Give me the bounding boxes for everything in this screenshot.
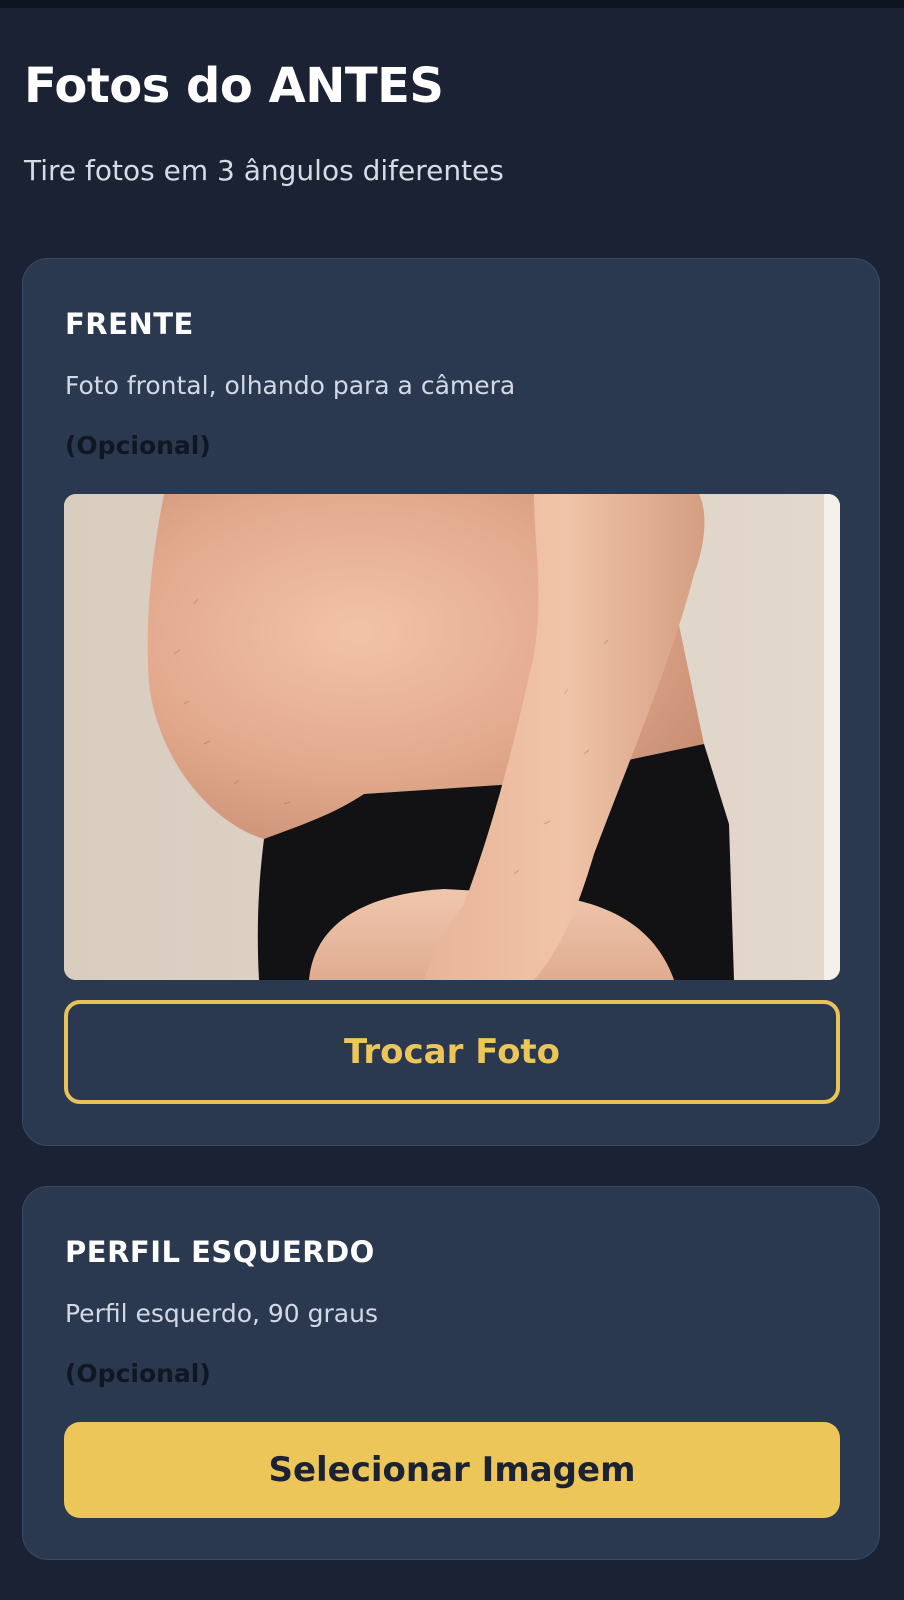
- page-subtitle: Tire fotos em 3 ângulos diferentes: [24, 154, 504, 187]
- status-bar: [0, 0, 904, 8]
- optional-label: (Opcional): [65, 1359, 211, 1388]
- card-description: Foto frontal, olhando para a câmera: [65, 371, 516, 400]
- change-photo-button[interactable]: Trocar Foto: [64, 1000, 840, 1104]
- photo-card-front: FRENTE Foto frontal, olhando para a câme…: [22, 258, 880, 1146]
- select-image-button[interactable]: Selecionar Imagem: [64, 1422, 840, 1518]
- card-description: Perfil esquerdo, 90 graus: [65, 1299, 378, 1328]
- optional-label: (Opcional): [65, 431, 211, 460]
- page-title: Fotos do ANTES: [24, 58, 444, 114]
- card-title: FRENTE: [65, 307, 194, 341]
- photo-card-left-profile: PERFIL ESQUERDO Perfil esquerdo, 90 grau…: [22, 1186, 880, 1560]
- front-photo-preview: [64, 494, 840, 980]
- card-title: PERFIL ESQUERDO: [65, 1235, 375, 1269]
